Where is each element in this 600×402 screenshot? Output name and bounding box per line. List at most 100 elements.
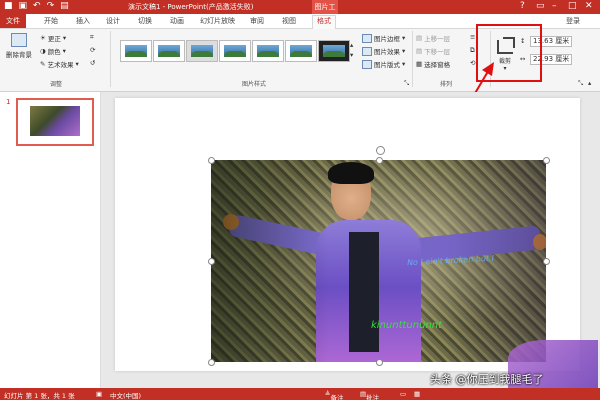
resize-handle[interactable] — [376, 359, 383, 366]
dialog-launcher-icon[interactable]: ⤡ — [404, 79, 409, 88]
restore-ribbon-icon[interactable]: ▭ — [536, 1, 545, 11]
tab-transitions[interactable]: 切换 — [138, 16, 152, 26]
collapse-ribbon-icon[interactable]: ▴ — [588, 79, 591, 87]
resize-handle[interactable] — [543, 258, 550, 265]
chevron-down-icon: ▾ — [402, 34, 406, 42]
picture-border-button[interactable]: 图片边框 ▾ — [362, 33, 405, 43]
quick-access-toolbar: ■ ▣ ↶ ↷ ▤ — [4, 1, 69, 11]
picture-style-thumb[interactable] — [285, 40, 317, 62]
minimize-icon[interactable]: – — [552, 1, 557, 11]
comments-button[interactable]: ▤ 批注 — [360, 390, 379, 402]
picture-overlay-graffiti: kinunttununnt — [371, 320, 443, 331]
resize-handle[interactable] — [543, 157, 550, 164]
remove-background-label: 删除背景 — [6, 51, 32, 59]
selected-picture[interactable]: No I ain't broken but I kinunttununnt — [211, 160, 546, 362]
gallery-scroll-up-icon[interactable]: ▴ — [350, 41, 353, 49]
bring-forward-label: 上移一层 — [424, 35, 451, 43]
reset-picture-icon[interactable]: ↺ — [90, 59, 95, 67]
powerpoint-icon: ■ — [4, 1, 13, 11]
normal-view-icon[interactable]: ▭ — [400, 390, 406, 398]
resize-handle[interactable] — [208, 359, 215, 366]
status-bar: 幻灯片 第 1 张，共 1 张 ▣ 中文(中国) ≜ 备注 ▤ 批注 ▭ ▦ — [0, 388, 600, 402]
slide-thumbnail-panel: 1 — [0, 92, 101, 388]
tab-home[interactable]: 开始 — [44, 16, 58, 26]
help-icon[interactable]: ? — [520, 1, 525, 11]
rotation-handle[interactable] — [376, 146, 385, 155]
size-dialog-launcher-icon[interactable]: ⤡ — [578, 79, 583, 88]
picture-border-icon — [362, 33, 372, 43]
slide-number: 1 — [6, 98, 11, 106]
send-backward-label: 下移一层 — [424, 48, 451, 56]
save-icon[interactable]: ▣ — [19, 1, 28, 11]
chevron-down-icon: ▾ — [62, 34, 67, 42]
change-picture-icon[interactable]: ⟳ — [90, 46, 95, 54]
remove-background-icon — [11, 33, 27, 47]
slide-thumbnail[interactable] — [16, 98, 94, 146]
color-label: 颜色 — [47, 48, 61, 56]
sorter-view-icon[interactable]: ▦ — [414, 390, 420, 398]
tab-review[interactable]: 审阅 — [250, 16, 264, 26]
bring-forward-icon: ▤ — [416, 34, 423, 42]
close-icon[interactable]: ✕ — [585, 1, 593, 11]
resize-handle[interactable] — [376, 157, 383, 164]
picture-layout-label: 图片版式 — [374, 61, 400, 69]
tab-file[interactable]: 文件 — [0, 14, 26, 28]
gallery-more-icon[interactable]: ▾ — [350, 51, 353, 59]
picture-style-thumb[interactable] — [318, 40, 350, 62]
tab-slideshow[interactable]: 幻灯片放映 — [200, 16, 235, 26]
tab-format[interactable]: 格式 — [312, 15, 336, 29]
bring-forward-button[interactable]: ▤ 上移一层 — [416, 33, 450, 43]
tab-design[interactable]: 设计 — [106, 16, 120, 26]
language-indicator[interactable]: 中文(中国) — [110, 390, 141, 400]
chevron-down-icon: ▾ — [62, 47, 66, 55]
picture-effects-icon — [362, 46, 372, 56]
divider — [110, 31, 111, 87]
login-link[interactable]: 登录 — [566, 16, 580, 26]
redo-icon[interactable]: ↷ — [47, 1, 55, 11]
chevron-down-icon: ▾ — [75, 60, 79, 68]
picture-effects-label: 图片效果 — [374, 48, 400, 56]
brush-icon: ✎ — [40, 60, 46, 68]
group-icon[interactable]: ⧉ — [470, 46, 475, 55]
picture-layout-icon — [362, 59, 372, 69]
picture-style-thumb[interactable] — [252, 40, 284, 62]
picture-effects-button[interactable]: 图片效果 ▾ — [362, 46, 405, 56]
tab-insert[interactable]: 插入 — [76, 16, 90, 26]
picture-style-thumb[interactable] — [219, 40, 251, 62]
maximize-icon[interactable]: □ — [568, 1, 577, 11]
picture-style-thumb[interactable] — [186, 40, 218, 62]
picture-style-thumb[interactable] — [153, 40, 185, 62]
corrections-label: 更正 — [47, 35, 61, 43]
resize-handle[interactable] — [208, 157, 215, 164]
picture-style-thumb[interactable] — [120, 40, 152, 62]
compress-pictures-icon[interactable]: ⌗ — [90, 33, 94, 42]
chevron-down-icon: ▾ — [402, 60, 406, 68]
divider — [412, 31, 413, 87]
align-icon[interactable]: ≡ — [470, 33, 475, 41]
thumbnail-picture — [30, 106, 80, 136]
title-bar: ■ ▣ ↶ ↷ ▤ 演示文稿1 - PowerPoint(产品激活失败) 图片工… — [0, 0, 600, 25]
sun-icon: ☀ — [40, 34, 46, 42]
picture-layout-button[interactable]: 图片版式 ▾ — [362, 59, 405, 69]
window-title: 演示文稿1 - PowerPoint(产品激活失败) — [128, 3, 254, 11]
corrections-button[interactable]: ☀ 更正 ▾ — [40, 33, 66, 43]
notes-button[interactable]: ≜ 备注 — [325, 390, 343, 402]
comments-label: 批注 — [366, 394, 380, 402]
remove-background-button[interactable]: 删除背景 — [4, 33, 34, 59]
color-button[interactable]: ◑ 颜色 ▾ — [40, 46, 66, 56]
send-backward-button[interactable]: ▤ 下移一层 — [416, 46, 450, 56]
start-icon[interactable]: ▤ — [60, 1, 69, 11]
tab-animations[interactable]: 动画 — [170, 16, 184, 26]
palette-icon: ◑ — [40, 47, 46, 55]
artistic-effects-button[interactable]: ✎ 艺术效果 ▾ — [40, 59, 79, 69]
undo-icon[interactable]: ↶ — [33, 1, 41, 11]
tab-view[interactable]: 视图 — [282, 16, 296, 26]
spellcheck-icon[interactable]: ▣ — [96, 390, 102, 398]
notes-label: 备注 — [330, 394, 344, 402]
watermark: 头条 @你压到我腿毛了 — [430, 373, 544, 386]
picture-border-label: 图片边框 — [374, 35, 400, 43]
resize-handle[interactable] — [208, 258, 215, 265]
slide-info: 幻灯片 第 1 张，共 1 张 — [4, 392, 75, 400]
ribbon: 删除背景 ☀ 更正 ▾ ◑ 颜色 ▾ ✎ 艺术效果 ▾ ⌗ ⟳ ↺ 调整 ▴ ▾ 图片样式 … — [0, 24, 600, 92]
picture-tools-header: 图片工具 — [312, 0, 338, 25]
